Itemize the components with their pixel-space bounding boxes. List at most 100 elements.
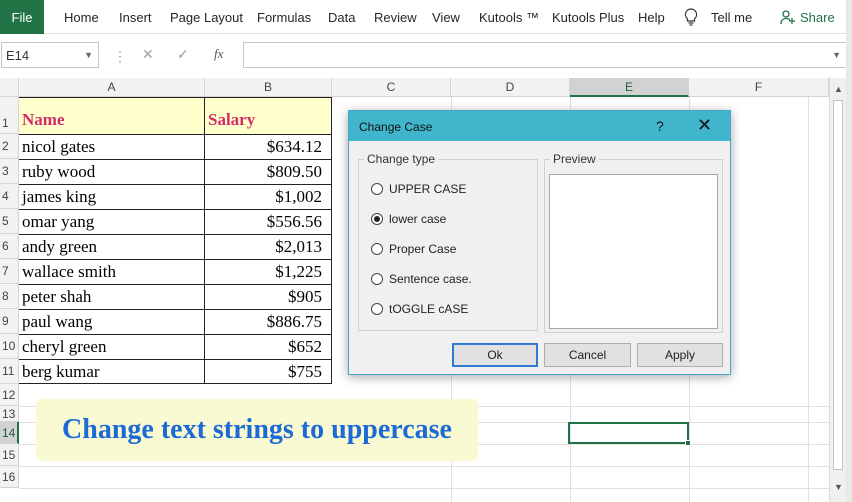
share-button[interactable]: Share <box>780 0 835 34</box>
row-header-16[interactable]: 16 <box>0 466 19 488</box>
name-box-value: E14 <box>6 48 30 63</box>
cell-a1-name-header[interactable]: Name <box>22 110 64 130</box>
tell-me-search[interactable]: Tell me <box>711 0 752 34</box>
expand-formula-icon[interactable]: ▼ <box>832 50 841 60</box>
cell-name[interactable]: nicol gates <box>22 134 95 159</box>
more-options-icon[interactable]: ⋮ <box>113 48 127 65</box>
cell-salary[interactable]: $1,002 <box>275 184 322 209</box>
window-border <box>846 0 852 502</box>
cell-salary[interactable]: $1,225 <box>275 259 322 284</box>
row-header-12[interactable]: 12 <box>0 384 19 406</box>
row-header-2[interactable]: 2 <box>0 134 19 159</box>
cancel-button[interactable]: Cancel <box>544 343 631 367</box>
gridline <box>808 97 809 502</box>
vertical-scrollbar[interactable]: ▲ ▼ <box>829 78 846 502</box>
cell-name[interactable]: wallace smith <box>22 259 116 284</box>
row-header-13[interactable]: 13 <box>0 406 19 422</box>
scroll-up-icon[interactable]: ▲ <box>834 84 843 94</box>
header-row-fill <box>19 97 331 134</box>
cell-salary[interactable]: $652 <box>288 334 322 359</box>
option-label: Proper Case <box>389 242 457 256</box>
change-type-group: Change type UPPER CASE lower case Proper… <box>358 152 538 331</box>
row-header-1[interactable]: 1 <box>0 97 19 134</box>
tab-file[interactable]: File <box>0 0 44 34</box>
row-header-14[interactable]: 14 <box>0 422 19 444</box>
row-header-3[interactable]: 3 <box>0 159 19 184</box>
option-label: Sentence case. <box>389 272 472 286</box>
cell-salary[interactable]: $809.50 <box>267 159 322 184</box>
option-sentence-case[interactable]: Sentence case. <box>371 272 472 286</box>
cell-salary[interactable]: $755 <box>288 359 322 384</box>
radio-button-selected[interactable] <box>371 213 383 225</box>
column-header-a[interactable]: A <box>19 78 205 97</box>
cell-name[interactable]: peter shah <box>22 284 91 309</box>
tab-kutools[interactable]: Kutools ™ <box>479 0 539 34</box>
scroll-down-icon[interactable]: ▼ <box>834 482 843 492</box>
row-header-9[interactable]: 9 <box>0 309 19 334</box>
row-header-5[interactable]: 5 <box>0 209 19 234</box>
column-header-e[interactable]: E <box>570 78 689 97</box>
column-header-c[interactable]: C <box>332 78 451 97</box>
insert-function-icon[interactable]: fx <box>214 46 223 62</box>
selected-cell-e14[interactable] <box>568 422 691 446</box>
tab-page-layout[interactable]: Page Layout <box>170 0 243 34</box>
column-header-d[interactable]: D <box>451 78 570 97</box>
tab-view[interactable]: View <box>432 0 460 34</box>
table-border <box>19 97 332 98</box>
scrollbar-thumb[interactable] <box>833 100 843 470</box>
formula-input[interactable]: ▼ <box>243 42 847 68</box>
tab-formulas[interactable]: Formulas <box>257 0 311 34</box>
row-header-7[interactable]: 7 <box>0 259 19 284</box>
radio-button[interactable] <box>371 303 383 315</box>
cell-salary[interactable]: $905 <box>288 284 322 309</box>
radio-button[interactable] <box>371 243 383 255</box>
cell-salary[interactable]: $2,013 <box>275 234 322 259</box>
dialog-titlebar[interactable]: Change Case ? ✕ <box>349 111 730 141</box>
tab-help[interactable]: Help <box>638 0 665 34</box>
change-case-dialog: Change Case ? ✕ Change type UPPER CASE l… <box>348 110 731 375</box>
apply-button[interactable]: Apply <box>637 343 723 367</box>
option-upper-case[interactable]: UPPER CASE <box>371 182 466 196</box>
cell-salary[interactable]: $556.56 <box>267 209 322 234</box>
row-header-4[interactable]: 4 <box>0 184 19 209</box>
table-border <box>331 97 332 384</box>
table-border <box>204 97 205 384</box>
tab-kutools-plus[interactable]: Kutools Plus <box>552 0 624 34</box>
option-proper-case[interactable]: Proper Case <box>371 242 456 256</box>
cell-name[interactable]: andy green <box>22 234 97 259</box>
cell-b1-salary-header[interactable]: Salary <box>208 110 255 130</box>
row-header-8[interactable]: 8 <box>0 284 19 309</box>
option-lower-case[interactable]: lower case <box>371 212 446 226</box>
tab-insert[interactable]: Insert <box>119 0 152 34</box>
help-icon[interactable]: ? <box>656 118 664 134</box>
close-icon[interactable]: ✕ <box>697 115 712 136</box>
row-header-6[interactable]: 6 <box>0 234 19 259</box>
name-box[interactable]: E14 ▼ <box>1 42 99 68</box>
cell-name[interactable]: paul wang <box>22 309 92 334</box>
row-header-15[interactable]: 15 <box>0 444 19 466</box>
tab-review[interactable]: Review <box>374 0 417 34</box>
tab-data[interactable]: Data <box>328 0 355 34</box>
caption-banner: Change text strings to uppercase <box>36 399 478 461</box>
cell-name[interactable]: omar yang <box>22 209 94 234</box>
cell-name[interactable]: berg kumar <box>22 359 100 384</box>
column-header-b[interactable]: B <box>205 78 332 97</box>
fill-handle[interactable] <box>685 440 691 446</box>
cell-name[interactable]: james king <box>22 184 96 209</box>
chevron-down-icon[interactable]: ▼ <box>84 50 93 60</box>
enter-check-icon[interactable]: ✓ <box>177 46 189 63</box>
row-header-11[interactable]: 11 <box>0 359 19 384</box>
cell-salary[interactable]: $886.75 <box>267 309 322 334</box>
cancel-icon[interactable]: ✕ <box>142 46 154 63</box>
tab-home[interactable]: Home <box>64 0 99 34</box>
radio-button[interactable] <box>371 273 383 285</box>
ok-button[interactable]: Ok <box>452 343 538 367</box>
column-header-f[interactable]: F <box>689 78 829 97</box>
cell-salary[interactable]: $634.12 <box>267 134 322 159</box>
cell-name[interactable]: ruby wood <box>22 159 95 184</box>
select-all-corner[interactable] <box>0 78 19 97</box>
option-toggle-case[interactable]: tOGGLE cASE <box>371 302 468 316</box>
row-header-10[interactable]: 10 <box>0 334 19 359</box>
cell-name[interactable]: cheryl green <box>22 334 106 359</box>
radio-button[interactable] <box>371 183 383 195</box>
